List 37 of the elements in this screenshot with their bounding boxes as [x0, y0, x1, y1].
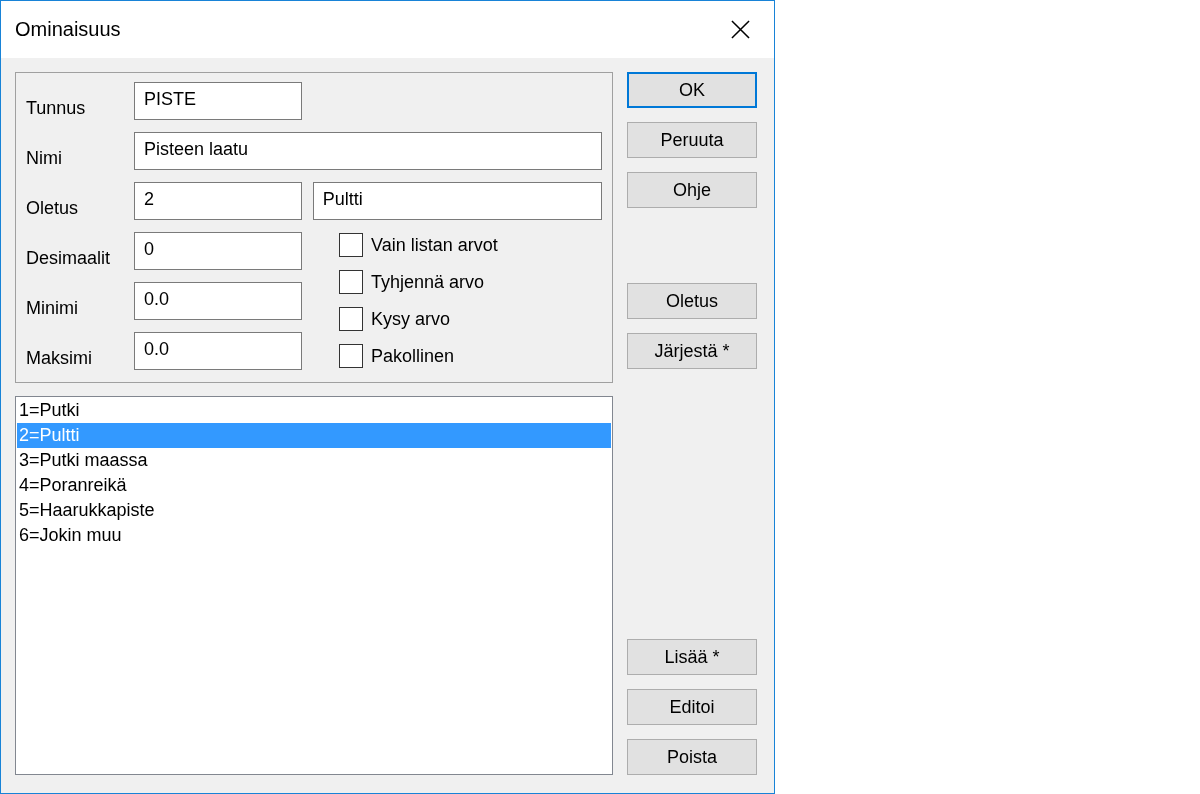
dialog-button[interactable]: Ohje [627, 172, 757, 208]
value-list[interactable]: 1=Putki 2=Pultti 3=Putki maassa 4=Poranreikä 5=Haarukkapiste 6=Jokin muu [15, 396, 613, 775]
checkbox-label: Pakollinen [371, 345, 455, 367]
input-field[interactable]: 2 [134, 182, 302, 220]
list-item[interactable]: 5=Haarukkapiste [17, 498, 611, 523]
field-label: Desimaalit [26, 248, 112, 270]
field-label: Maksimi [26, 348, 93, 370]
checkbox[interactable] [339, 270, 363, 294]
dialog-button[interactable]: Editoi [627, 689, 757, 725]
close-icon[interactable] [731, 20, 750, 39]
window-title: Ominaisuus [15, 18, 121, 41]
checkbox-label: Vain listan arvot [371, 234, 498, 256]
field-label: Oletus [26, 198, 80, 220]
list-item[interactable]: 6=Jokin muu [17, 523, 611, 548]
input-field[interactable]: 0.0 [134, 332, 302, 370]
checkbox[interactable] [339, 233, 363, 257]
dialog-button[interactable]: OK [627, 72, 757, 108]
input-field[interactable]: PISTE [134, 82, 302, 120]
checkbox-label: Tyhjennä arvo [371, 271, 485, 293]
input-field[interactable]: Pultti [312, 182, 602, 220]
dialog-button[interactable]: Poista [627, 739, 757, 775]
input-field[interactable]: 0 [134, 232, 302, 270]
dialog-button[interactable]: Järjestä * [627, 333, 757, 369]
field-label: Tunnus [26, 98, 87, 120]
dialog-button[interactable]: Oletus [627, 283, 757, 319]
dialog-button[interactable]: Peruuta [627, 122, 757, 158]
checkbox[interactable] [339, 307, 363, 331]
field-label: Minimi [26, 298, 79, 320]
input-field[interactable]: Pisteen laatu [134, 132, 602, 170]
list-item[interactable]: 1=Putki [17, 398, 611, 423]
dialog-button[interactable]: Lisää * [627, 639, 757, 675]
field-label: Nimi [26, 148, 63, 170]
checkbox[interactable] [339, 344, 363, 368]
list-item[interactable]: 3=Putki maassa [17, 448, 611, 473]
list-item[interactable]: 4=Poranreikä [17, 473, 611, 498]
input-field[interactable]: 0.0 [134, 282, 302, 320]
checkbox-label: Kysy arvo [371, 308, 451, 330]
